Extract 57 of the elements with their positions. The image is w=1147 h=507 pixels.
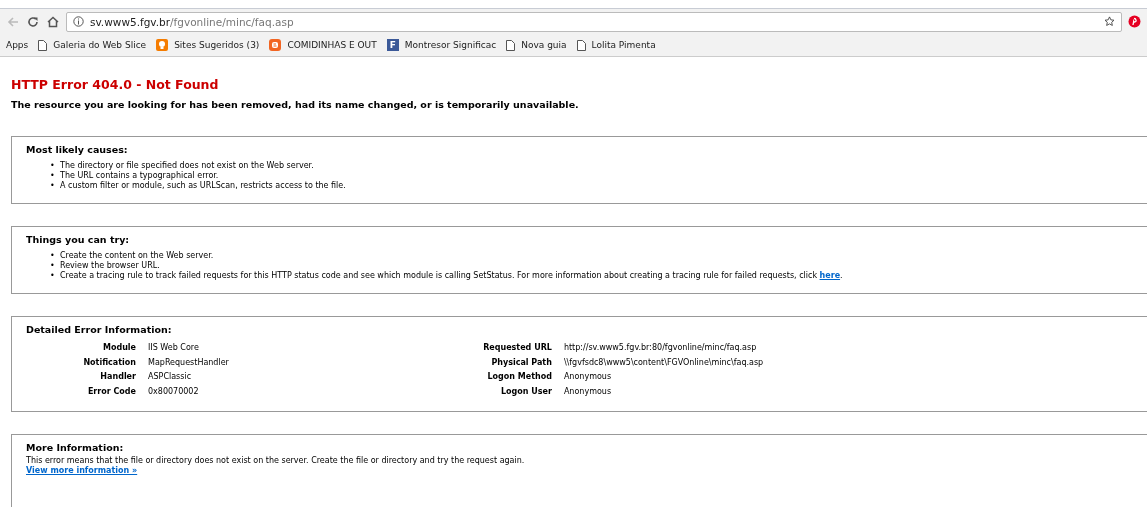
bullet: • xyxy=(50,251,54,261)
field-label: Requested URL xyxy=(482,342,552,354)
url-path: /fgvonline/minc/faq.asp xyxy=(170,15,294,28)
field-value: ASPClassic xyxy=(148,371,193,383)
info-icon[interactable] xyxy=(73,16,84,27)
section-heading: More Information: xyxy=(26,442,125,453)
list-item: A custom filter or module, such as URLScan, restricts access to the file. xyxy=(60,181,346,191)
field-label: Logon Method xyxy=(486,371,552,383)
section-heading: Detailed Error Information: xyxy=(26,324,173,335)
page-icon xyxy=(506,39,516,51)
bookmark[interactable]: Montresor Significac xyxy=(404,40,497,50)
bulb-icon xyxy=(156,39,169,51)
url-host: sv.www5.fgv.br xyxy=(90,15,171,28)
field-label: Error Code xyxy=(86,385,136,398)
pin-icon[interactable] xyxy=(1128,15,1141,28)
bookmark[interactable]: Nova guia xyxy=(521,40,567,50)
list-item: Create a tracing rule to track failed requests for this HTTP status code and see which module is calling SetStatus. For more information about creating a tracing rule for failed requests, click here. xyxy=(60,271,843,281)
bookmark[interactable]: Lolita Pimenta xyxy=(591,40,656,50)
letter-icon: F xyxy=(386,39,399,51)
field-value: MapRequestHandler xyxy=(148,356,229,369)
list-item: Review the browser URL. xyxy=(60,261,160,271)
bullet: • xyxy=(50,261,54,271)
list-item: Create the content on the Web server. xyxy=(60,251,214,261)
bullet: • xyxy=(50,271,54,281)
home-icon[interactable] xyxy=(46,14,60,29)
address-bar[interactable]: sv.www5.fgv.br/fgvonline/minc/faq.asp xyxy=(66,11,1122,32)
section-heading: Things you can try: xyxy=(26,234,131,245)
page-icon xyxy=(576,39,586,51)
bookmark[interactable]: Galeria do Web Slice xyxy=(53,40,147,50)
field-label: Handler xyxy=(99,371,136,383)
page-icon xyxy=(38,39,48,51)
field-value: Anonymous xyxy=(563,371,613,383)
more-info-link[interactable]: View more information » xyxy=(26,466,1147,476)
bookmark[interactable]: Apps xyxy=(6,40,29,50)
star-icon[interactable] xyxy=(1104,16,1115,27)
bullet: • xyxy=(50,161,54,171)
reload-icon[interactable] xyxy=(26,14,40,29)
bullet: • xyxy=(50,171,54,181)
section-heading: Most likely causes: xyxy=(26,144,129,155)
field-value: http://sv.www5.fgv.br:80/fgvonline/minc/faq.asp xyxy=(563,342,758,354)
field-label: Module xyxy=(101,342,136,354)
bullet: • xyxy=(50,181,54,191)
field-label: Logon User xyxy=(499,385,552,398)
blogger-icon xyxy=(269,39,282,51)
info-text: This error means that the file or directory does not exist on the server. Create the file or directory and try the request again. xyxy=(26,456,526,466)
field-value: 0x80070002 xyxy=(148,385,200,398)
field-value: Anonymous xyxy=(563,385,613,398)
list-item: The URL contains a typographical error. xyxy=(60,171,219,181)
field-value: IIS Web Core xyxy=(148,342,200,354)
error-title: HTTP Error 404.0 - Not Found xyxy=(11,77,220,92)
error-description: The resource you are looking for has been removed, had its name changed, or is temporarily unavailable. xyxy=(11,99,580,110)
bookmark[interactable]: COMIDINHAS E OUT xyxy=(287,40,377,50)
bookmark[interactable]: Sites Sugeridos (3) xyxy=(174,40,260,50)
list-item: The directory or file specified does not exist on the Web server. xyxy=(60,161,314,171)
field-label: Notification xyxy=(82,356,136,369)
field-label: Physical Path xyxy=(490,356,552,369)
field-value: \\fgvfsdc8\www5\content\FGVOnline\minc\faq.asp xyxy=(563,356,764,369)
